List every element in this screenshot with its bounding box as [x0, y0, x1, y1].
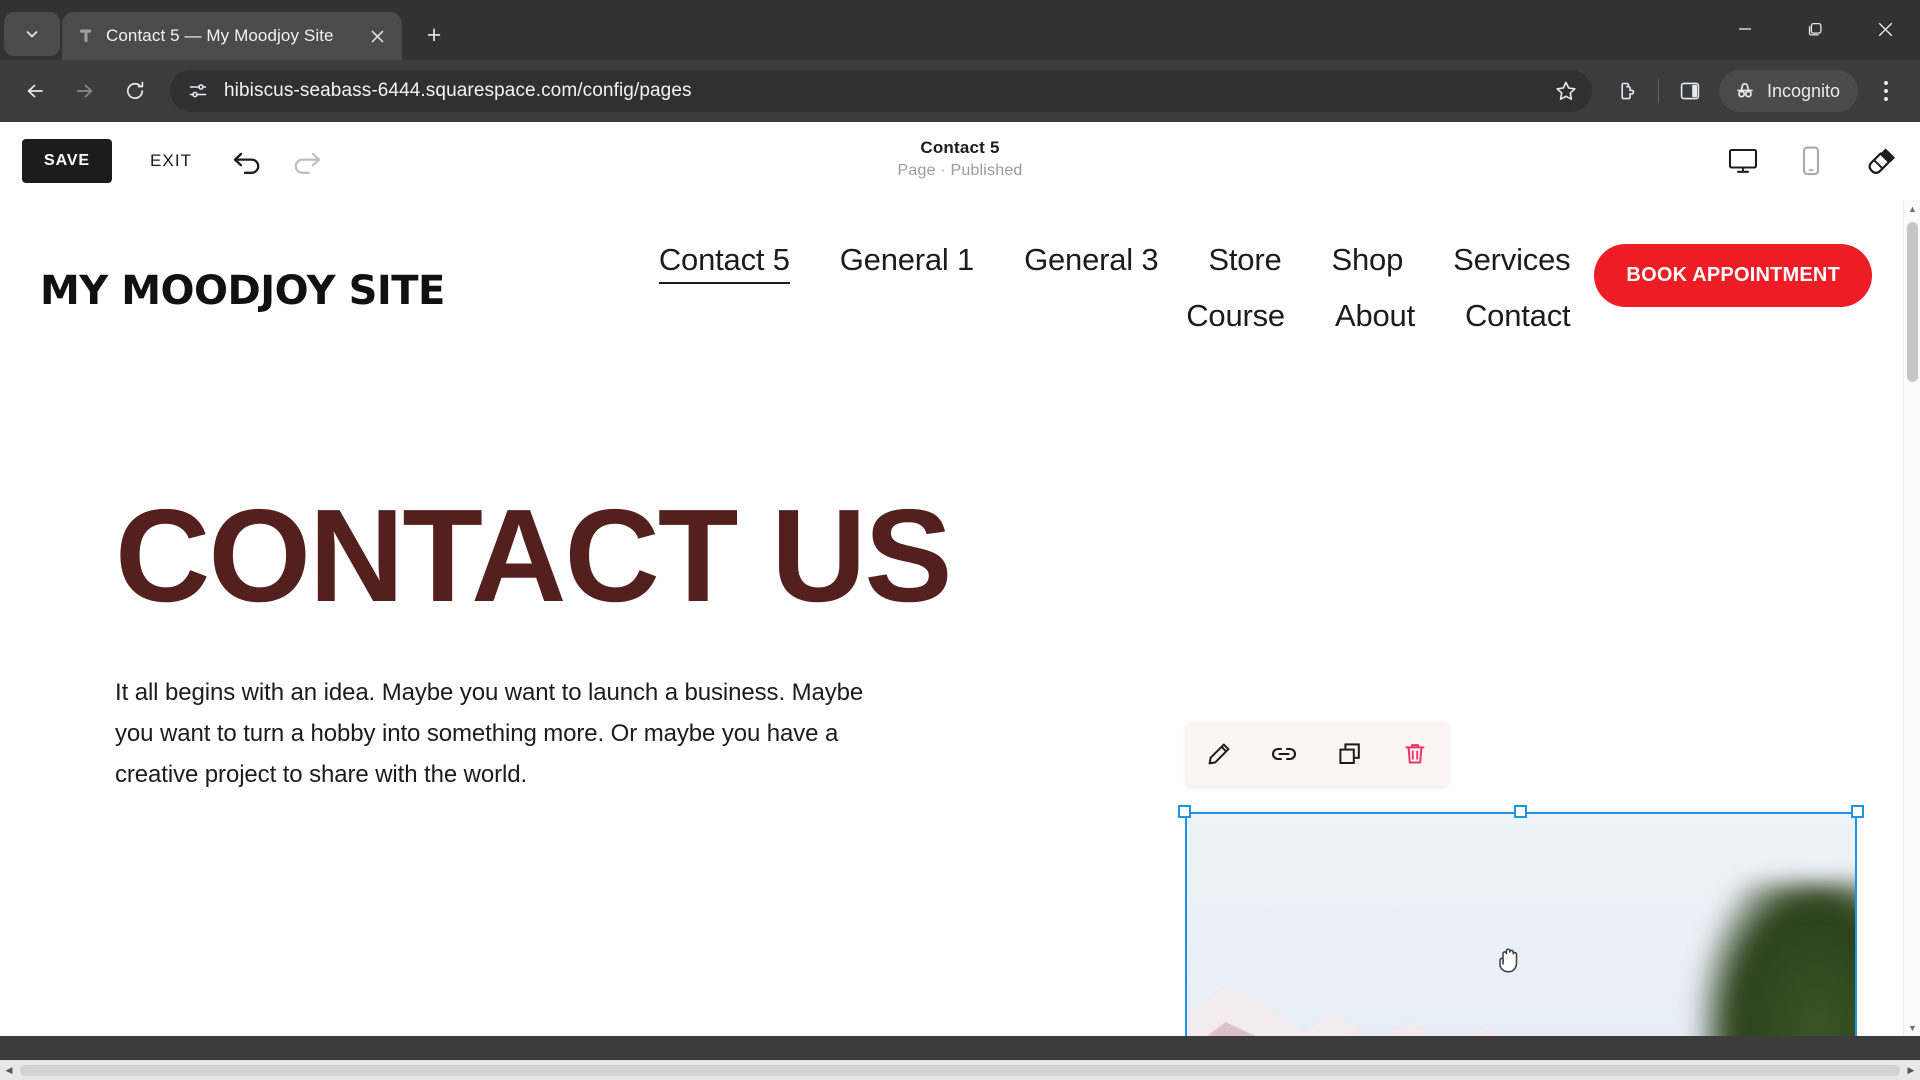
scroll-up-arrow[interactable]: ▲	[1904, 200, 1920, 217]
page-horizontal-scrollbar[interactable]: ◀ ▶	[0, 1060, 1920, 1080]
hero-heading[interactable]: CONTACT US	[115, 488, 1050, 624]
browser-toolbar: hibiscus-seabass-6444.squarespace.com/co…	[0, 60, 1920, 122]
extensions-icon[interactable]	[1606, 70, 1648, 112]
scroll-right-arrow[interactable]: ▶	[1902, 1061, 1920, 1080]
editor-view-controls	[1728, 145, 1898, 177]
tab-strip: Contact 5 — My Moodjoy Site +	[0, 0, 1920, 60]
new-tab-button[interactable]: +	[414, 15, 454, 55]
tab-close-icon[interactable]	[364, 23, 390, 49]
image-block[interactable]	[1178, 805, 1864, 1036]
browser-tab[interactable]: Contact 5 — My Moodjoy Site	[62, 12, 402, 60]
resize-handle-top-center[interactable]	[1514, 805, 1527, 818]
delete-trash-icon[interactable]	[1393, 732, 1437, 776]
squarespace-favicon	[76, 26, 96, 46]
link-icon[interactable]	[1262, 732, 1306, 776]
nav-link-contact[interactable]: Contact	[1465, 298, 1571, 338]
hero-paragraph[interactable]: It all begins with an idea. Maybe you wa…	[115, 672, 875, 796]
incognito-spy-icon	[1733, 77, 1757, 106]
duplicate-icon[interactable]	[1328, 732, 1372, 776]
side-panel-icon[interactable]	[1669, 70, 1711, 112]
hero-section: CONTACT US It all begins with an idea. M…	[0, 338, 1920, 796]
nav-link-general-1[interactable]: General 1	[840, 242, 975, 284]
save-button[interactable]: SAVE	[22, 139, 112, 183]
site-header: MY MOODJOY SITE Contact 5 General 1 Gene…	[0, 200, 1920, 338]
site-settings-icon[interactable]	[186, 79, 210, 103]
resize-handle-top-right[interactable]	[1851, 805, 1864, 818]
redo-arrow-icon[interactable]	[290, 147, 322, 175]
scroll-down-arrow[interactable]: ▼	[1904, 1019, 1920, 1036]
vertical-scroll-thumb[interactable]	[1907, 222, 1918, 382]
desktop-monitor-icon[interactable]	[1728, 147, 1758, 175]
block-action-toolbar	[1186, 722, 1448, 786]
url-text: hibiscus-seabass-6444.squarespace.com/co…	[224, 80, 692, 101]
site-logo[interactable]: MY MOODJOY SITE	[40, 268, 445, 314]
maximize-restore-button[interactable]	[1780, 0, 1850, 58]
edit-pencil-icon[interactable]	[1197, 732, 1241, 776]
page-info: Contact 5 Page · Published	[897, 138, 1022, 180]
browser-window: Contact 5 — My Moodjoy Site + hibiscus-s…	[0, 0, 1920, 1080]
undo-arrow-icon[interactable]	[232, 147, 264, 175]
page-title: Contact 5	[920, 138, 1000, 157]
resize-handle-top-left[interactable]	[1178, 805, 1191, 818]
incognito-indicator[interactable]: Incognito	[1718, 70, 1858, 112]
paintbrush-icon[interactable]	[1864, 145, 1898, 177]
address-bar[interactable]: hibiscus-seabass-6444.squarespace.com/co…	[170, 70, 1592, 112]
nav-link-about[interactable]: About	[1335, 298, 1415, 338]
forward-button[interactable]	[62, 68, 108, 114]
preview-vertical-scrollbar[interactable]: ▲ ▼	[1903, 200, 1920, 1036]
exit-button[interactable]: EXIT	[150, 151, 192, 171]
kebab-menu-icon[interactable]	[1864, 69, 1908, 113]
reload-button[interactable]	[112, 68, 158, 114]
site-navigation: Contact 5 General 1 General 3 Store Shop…	[570, 242, 1571, 338]
site-preview: MY MOODJOY SITE Contact 5 General 1 Gene…	[0, 200, 1920, 1036]
close-window-button[interactable]	[1850, 0, 1920, 58]
back-button[interactable]	[12, 68, 58, 114]
book-appointment-button[interactable]: BOOK APPOINTMENT	[1594, 244, 1872, 307]
nav-link-shop[interactable]: Shop	[1332, 242, 1404, 284]
minimize-button[interactable]	[1710, 0, 1780, 58]
nav-link-contact-5[interactable]: Contact 5	[658, 242, 790, 284]
editor-toolbar: SAVE EXIT Contact 5 Page · Published	[0, 122, 1920, 200]
incognito-label: Incognito	[1766, 80, 1840, 101]
window-controls	[1710, 0, 1920, 58]
nav-link-general-3[interactable]: General 3	[1024, 242, 1159, 284]
mountain-landscape-photo	[1185, 812, 1857, 1036]
star-icon[interactable]	[1548, 73, 1584, 109]
scroll-left-arrow[interactable]: ◀	[0, 1061, 18, 1080]
tab-search-chevron-down-icon[interactable]	[4, 12, 60, 56]
mobile-phone-icon[interactable]	[1800, 146, 1822, 176]
page-status: Page · Published	[897, 162, 1023, 179]
nav-link-services[interactable]: Services	[1453, 242, 1570, 284]
toolbar-divider	[1657, 79, 1659, 103]
nav-link-course[interactable]: Course	[1186, 298, 1285, 338]
nav-link-store[interactable]: Store	[1208, 242, 1281, 284]
horizontal-scroll-thumb[interactable]	[20, 1065, 1900, 1076]
tab-title: Contact 5 — My Moodjoy Site	[106, 26, 334, 45]
